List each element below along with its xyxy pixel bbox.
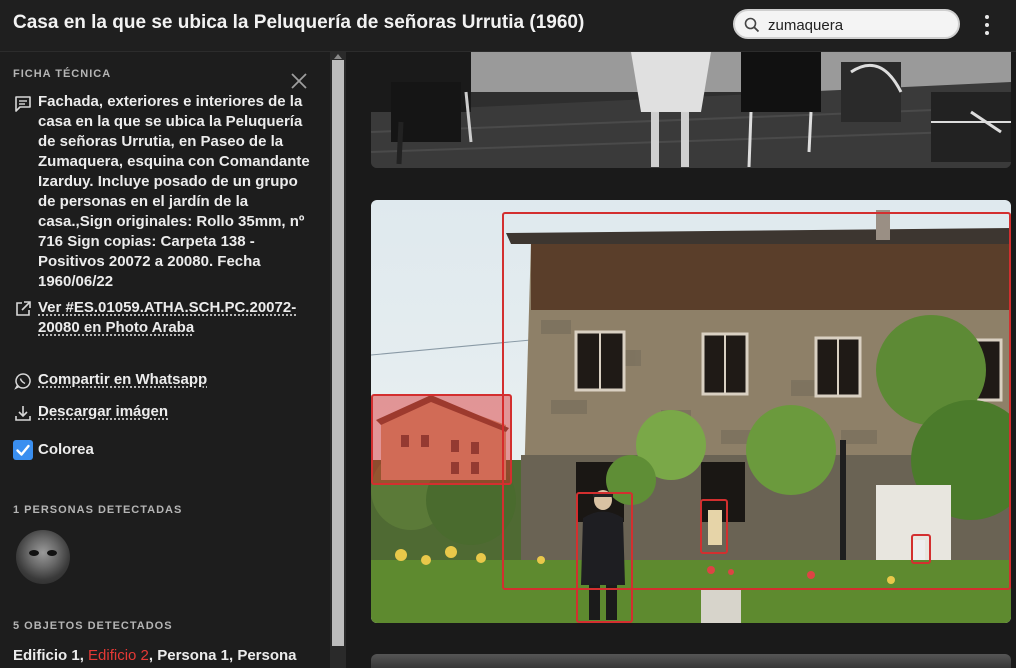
scrollbar-thumb[interactable]: [332, 60, 344, 646]
whatsapp-share-link[interactable]: Compartir en Whatsapp: [14, 370, 274, 392]
page-title: Casa en la que se ubica la Peluquería de…: [13, 12, 585, 33]
object-item-highlighted[interactable]: Edificio 2: [88, 647, 149, 664]
download-icon: [15, 406, 31, 421]
description-text: Fachada, exteriores e interiores de la c…: [38, 93, 310, 290]
external-link-icon: [16, 301, 31, 316]
search-icon: [744, 17, 760, 33]
photo-feed: [346, 52, 1016, 668]
more-vert-icon[interactable]: [978, 12, 996, 38]
whatsapp-icon: [14, 373, 31, 390]
detection-persona-3[interactable]: [911, 534, 931, 564]
search-box[interactable]: [733, 9, 960, 39]
view-link-label: Ver #ES.01059.ATHA.SCH.PC.20072-20080 en…: [38, 299, 297, 336]
sidebar: FICHA TÉCNICA Fachada, exteriores e inte…: [0, 52, 330, 668]
object-item[interactable]: Persona: [237, 647, 296, 664]
objects-detected-label: 5 OBJETOS DETECTADOS: [13, 620, 173, 632]
download-label: Descargar imágen: [38, 403, 169, 420]
sidebar-scrollbar[interactable]: [330, 52, 346, 668]
download-image-link[interactable]: Descargar imágen: [14, 402, 274, 424]
person-avatar[interactable]: [16, 530, 70, 584]
view-photo-araba-link[interactable]: Ver #ES.01059.ATHA.SCH.PC.20072-20080 en…: [14, 298, 314, 360]
colorea-label: Colorea: [38, 441, 94, 458]
whatsapp-label: Compartir en Whatsapp: [38, 371, 208, 388]
comment-icon: [15, 96, 31, 112]
detection-edificio-2[interactable]: [371, 394, 512, 485]
objects-list: Edificio 1, Edificio 2, Persona 1, Perso…: [13, 647, 297, 664]
previous-photo[interactable]: [371, 52, 1011, 168]
app-header: Casa en la que se ubica la Peluquería de…: [0, 0, 1016, 52]
main-photo[interactable]: [371, 200, 1011, 623]
close-icon[interactable]: [290, 72, 308, 90]
object-item[interactable]: Persona 1: [157, 647, 229, 664]
object-item[interactable]: Edificio 1: [13, 647, 80, 664]
search-input[interactable]: [768, 15, 948, 35]
detection-persona-2[interactable]: [700, 499, 728, 554]
next-photo[interactable]: [371, 654, 1011, 668]
detection-persona-1[interactable]: [576, 492, 633, 623]
ficha-label: FICHA TÉCNICA: [13, 68, 112, 80]
colorea-checkbox[interactable]: [13, 440, 33, 460]
checkbox-icon: [16, 444, 30, 456]
persons-detected-label: 1 PERSONAS DETECTADAS: [13, 504, 183, 516]
